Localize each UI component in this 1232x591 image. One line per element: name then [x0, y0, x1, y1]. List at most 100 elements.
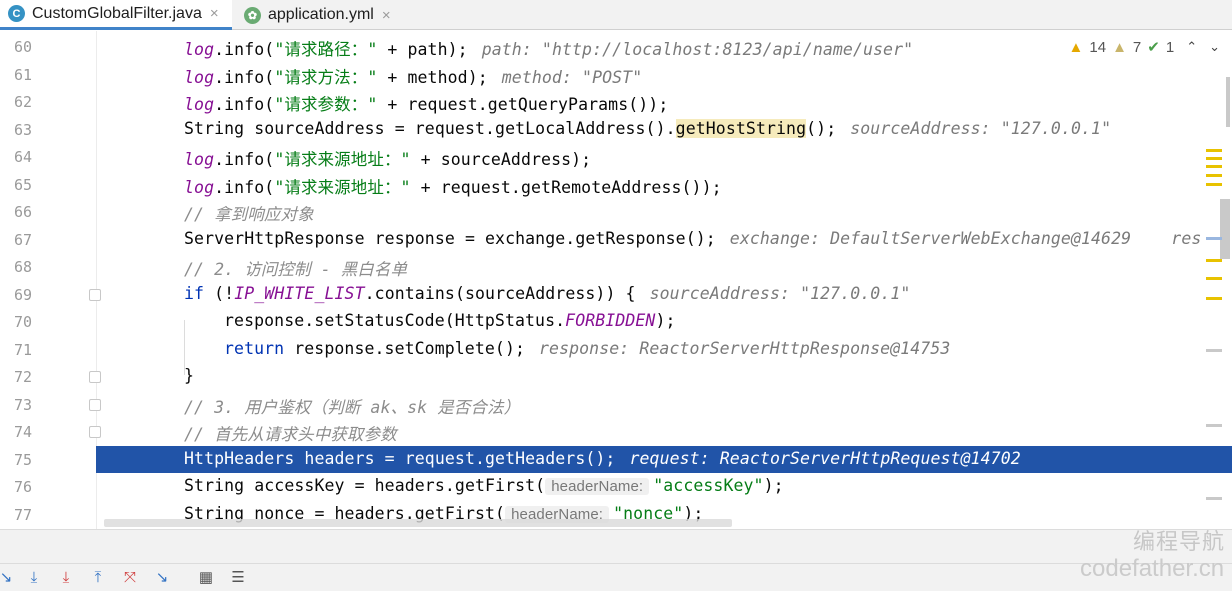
code-comment: // 首先从请求头中获取参数	[184, 425, 397, 444]
scroll-thumb[interactable]	[1226, 77, 1230, 127]
parameter-hint: headerName:	[545, 478, 650, 495]
close-icon[interactable]: ×	[210, 5, 219, 22]
code-line[interactable]: 64 log.info("请求来源地址：" + sourceAddress);	[0, 143, 1232, 171]
code-text: log.info("请求路径：" + path); path: "http://l…	[184, 40, 914, 59]
code-text: }	[184, 366, 195, 385]
code-line[interactable]: 63 String sourceAddress = request.getLoc…	[0, 116, 1232, 144]
line-number: 63	[13, 120, 32, 139]
code-text: log.info("请求参数：" + request.getQueryParam…	[184, 95, 669, 114]
line-number: 60	[13, 38, 32, 56]
code-line[interactable]: 65 log.info("请求来源地址：" + request.getRemot…	[0, 171, 1232, 199]
step-into-icon[interactable]: ⤓	[24, 568, 44, 588]
typo-check-icon: ✔	[1147, 39, 1160, 56]
code-line[interactable]: 73 // 3. 用户鉴权（判断 ak、sk 是否合法）	[0, 391, 1232, 419]
code-line[interactable]: 61 log.info("请求方法：" + method); method: "P…	[0, 61, 1232, 89]
warning-stripe-mark[interactable]	[1206, 297, 1222, 300]
breadcrumb-bar	[0, 529, 1232, 563]
error-stripe[interactable]	[1204, 31, 1232, 529]
code-line[interactable]: 60 log.info("请求路径：" + path); path: "http:…	[0, 33, 1232, 61]
code-text: response.setStatusCode(HttpStatus.FORBID…	[224, 311, 676, 330]
debug-stripe-mark[interactable]	[1206, 237, 1222, 240]
code-editor[interactable]: 60 log.info("请求路径：" + path); path: "http:…	[0, 31, 1232, 529]
line-number: 67	[13, 230, 32, 249]
line-number: 73	[13, 395, 32, 414]
code-line[interactable]: 69 if (!IP_WHITE_LIST.contains(sourceAdd…	[0, 281, 1232, 309]
code-line[interactable]: 76 String accessKey = headers.getFirst(h…	[0, 473, 1232, 501]
code-text: return response.setComplete(); response: …	[224, 338, 951, 358]
tab-application-yml[interactable]: ✿ application.yml ×	[236, 0, 406, 30]
inline-debug-value: request: ReactorServerHttpRequest@14702	[629, 448, 1021, 468]
code-line[interactable]: 68 // 2. 访问控制 - 黑白名单	[0, 253, 1232, 281]
code-comment: // 3. 用户鉴权（判断 ak、sk 是否合法）	[184, 397, 521, 417]
warning-stripe-mark[interactable]	[1206, 157, 1222, 160]
line-number: 77	[13, 505, 32, 524]
line-number: 71	[13, 340, 32, 359]
warning-stripe-mark[interactable]	[1206, 149, 1222, 152]
code-text: log.info("请求来源地址：" + request.getRemoteAd…	[184, 177, 722, 197]
info-stripe-mark[interactable]	[1206, 497, 1222, 500]
line-number: 68	[13, 258, 32, 276]
code-text: if (!IP_WHITE_LIST.contains(sourceAddres…	[184, 283, 911, 303]
editor-tab-bar: C CustomGlobalFilter.java × ✿ applicatio…	[0, 0, 1232, 30]
line-number: 64	[13, 148, 32, 166]
force-step-into-icon[interactable]: ⤓	[56, 568, 76, 588]
inspection-widget[interactable]: ▲ 14 ▲ 7 ✔ 1 ⌃ ⌄	[1068, 38, 1220, 57]
line-number: 62	[13, 93, 32, 111]
code-line[interactable]: 74 // 首先从请求头中获取参数	[0, 418, 1232, 446]
watermark-url: codefather.cn	[1080, 555, 1225, 582]
inline-debug-value: method: "POST"	[501, 67, 643, 87]
line-number: 66	[13, 203, 32, 221]
code-line[interactable]: 66 // 拿到响应对象	[0, 198, 1232, 226]
weak-warning-icon: ▲	[1112, 38, 1127, 56]
step-over-icon[interactable]: ↘	[0, 568, 16, 588]
execution-point-line[interactable]: 75 HttpHeaders headers = request.getHead…	[0, 445, 1232, 473]
warning-stripe-mark[interactable]	[1206, 277, 1222, 280]
horizontal-scrollbar[interactable]	[104, 519, 732, 527]
evaluate-expression-icon[interactable]: ▦	[196, 568, 216, 588]
info-stripe-mark[interactable]	[1206, 424, 1222, 427]
code-text: HttpHeaders headers = request.getHeaders…	[184, 448, 1021, 468]
inline-debug-value: sourceAddress: "127.0.0.1"	[649, 283, 911, 303]
fold-marker-icon[interactable]	[89, 371, 101, 383]
inline-debug-value: sourceAddress: "127.0.0.1"	[850, 118, 1112, 138]
line-number: 65	[13, 175, 32, 194]
fold-marker-icon[interactable]	[89, 289, 101, 301]
line-number: 76	[13, 478, 32, 496]
inline-debug-value: response: ReactorServerHttpResponse@1475…	[539, 338, 951, 358]
yaml-file-icon: ✿	[244, 6, 261, 24]
info-stripe-mark[interactable]	[1206, 349, 1222, 352]
code-line[interactable]: 62 log.info("请求参数：" + request.getQueryPa…	[0, 88, 1232, 116]
watermark-title: 编程导航	[1133, 529, 1226, 554]
java-class-icon: C	[8, 5, 25, 22]
warning-icon: ▲	[1068, 38, 1084, 56]
code-comment: // 拿到响应对象	[184, 205, 314, 224]
code-text: log.info("请求来源地址：" + sourceAddress);	[184, 150, 592, 169]
trace-current-stream-icon[interactable]: ☰	[228, 568, 248, 588]
fold-marker-icon[interactable]	[89, 399, 101, 411]
line-number: 74	[13, 423, 32, 441]
previous-highlight-icon[interactable]: ⌃	[1186, 39, 1197, 55]
typo-count: 1	[1165, 38, 1175, 56]
tab-label: application.yml	[268, 6, 374, 23]
warning-stripe-mark[interactable]	[1206, 259, 1222, 262]
code-text: ServerHttpResponse response = exchange.g…	[184, 228, 1202, 248]
warning-stripe-mark[interactable]	[1206, 165, 1222, 168]
code-comment: // 2. 访问控制 - 黑白名单	[184, 260, 408, 279]
drop-frame-icon[interactable]: ⤧	[120, 568, 140, 588]
close-icon[interactable]: ×	[382, 7, 391, 24]
scroll-thumb[interactable]	[1220, 199, 1230, 259]
warning-stripe-mark[interactable]	[1206, 174, 1222, 177]
warning-stripe-mark[interactable]	[1206, 183, 1222, 186]
fold-marker-icon[interactable]	[89, 426, 101, 438]
code-line[interactable]: 67 ServerHttpResponse response = exchang…	[0, 226, 1232, 254]
run-to-cursor-icon[interactable]: ↘	[152, 568, 172, 588]
step-out-icon[interactable]: ⤒	[88, 568, 108, 588]
indent-guide	[184, 320, 185, 375]
debugger-toolbar: ↘ ⤓ ⤓ ⤒ ⤧ ↘ ▦ ☰	[0, 563, 1232, 591]
code-text: String accessKey = headers.getFirst(head…	[184, 476, 784, 495]
line-number: 70	[13, 313, 32, 331]
code-text: log.info("请求方法：" + method); method: "POST…	[184, 67, 643, 87]
warning-count: 14	[1089, 38, 1107, 56]
weak-warning-count: 7	[1132, 38, 1142, 56]
tab-custom-global-filter[interactable]: C CustomGlobalFilter.java ×	[0, 0, 232, 30]
